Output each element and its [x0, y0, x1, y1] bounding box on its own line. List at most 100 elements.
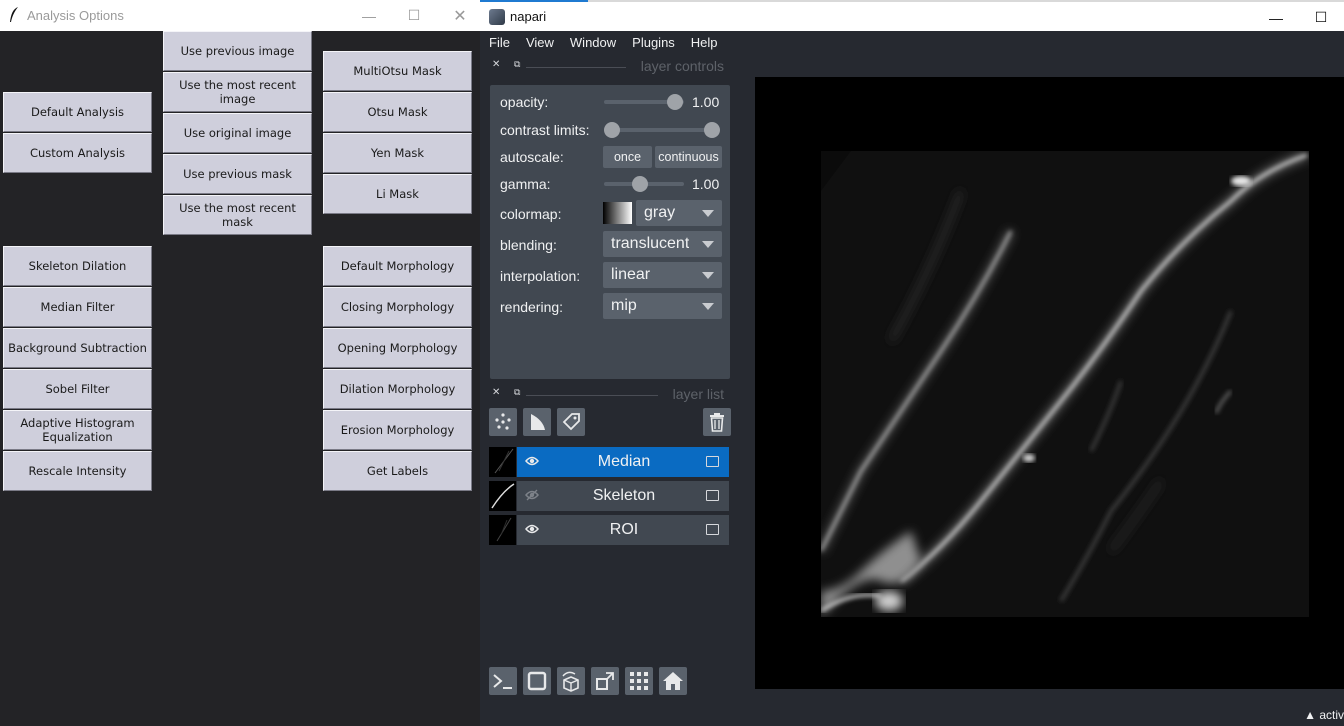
gamma-row: gamma: 1.00 — [490, 170, 730, 198]
activity-indicator[interactable]: ▲ activ — [1304, 708, 1344, 722]
use-most-recent-image-button[interactable]: Use the most recent image — [163, 72, 312, 112]
closing-morphology-button[interactable]: Closing Morphology — [323, 287, 472, 327]
default-analysis-button[interactable]: Default Analysis — [3, 92, 152, 132]
contrast-limits-slider[interactable] — [608, 128, 716, 132]
visibility-eye-off-icon[interactable] — [525, 489, 539, 501]
autoscale-once-button[interactable]: once — [603, 146, 652, 168]
menu-window[interactable]: Window — [561, 31, 623, 55]
rescale-intensity-button[interactable]: Rescale Intensity — [3, 451, 152, 491]
interpolation-value: linear — [611, 266, 651, 283]
new-points-layer-button[interactable] — [489, 408, 517, 436]
transpose-dimensions-button[interactable] — [591, 667, 619, 695]
blending-label: blending: — [500, 237, 557, 253]
toggle-ndisplay-button[interactable] — [523, 667, 551, 695]
layer-row-median[interactable]: Median — [489, 447, 729, 477]
rendering-dropdown[interactable]: mip — [603, 293, 722, 319]
layer-name: Skeleton — [592, 487, 656, 504]
layer-controls-dock-header: ✕ ⧉ layer controls — [488, 58, 728, 76]
sobel-filter-button[interactable]: Sobel Filter — [3, 369, 152, 409]
default-morphology-button[interactable]: Default Morphology — [323, 246, 472, 286]
reset-view-button[interactable] — [659, 667, 687, 695]
cube-rotate-icon — [562, 671, 579, 692]
dock-close-icon[interactable]: ✕ — [492, 387, 500, 398]
window-title: Analysis Options — [27, 8, 124, 23]
dock-float-icon[interactable]: ⧉ — [514, 59, 520, 70]
dock-header-rule — [526, 395, 658, 396]
yen-mask-button[interactable]: Yen Mask — [323, 133, 472, 173]
opacity-value: 1.00 — [692, 94, 720, 110]
minimize-button[interactable]: — — [346, 0, 392, 31]
use-previous-image-button[interactable]: Use previous image — [163, 31, 312, 71]
chevron-down-icon — [702, 210, 714, 217]
roll-dimensions-button[interactable] — [557, 667, 585, 695]
layer-thumbnail — [489, 481, 517, 511]
skeleton-dilation-button[interactable]: Skeleton Dilation — [3, 246, 152, 286]
get-labels-button[interactable]: Get Labels — [323, 451, 472, 491]
new-shapes-layer-button[interactable] — [523, 408, 551, 436]
li-mask-button[interactable]: Li Mask — [323, 174, 472, 214]
visibility-eye-icon[interactable] — [525, 523, 539, 535]
new-labels-layer-button[interactable] — [557, 408, 585, 436]
opacity-slider-handle[interactable] — [667, 94, 683, 110]
gamma-slider-handle[interactable] — [632, 176, 648, 192]
napari-maximize-button[interactable]: ☐ — [1298, 2, 1344, 33]
colormap-preview — [603, 202, 632, 224]
microscopy-image — [817, 151, 1309, 617]
delete-layer-button[interactable] — [703, 408, 731, 436]
contrast-limits-label: contrast limits: — [500, 122, 590, 138]
napari-window-title: napari — [510, 9, 547, 24]
layer-row-skeleton[interactable]: Skeleton — [489, 481, 729, 511]
dilation-morphology-button[interactable]: Dilation Morphology — [323, 369, 472, 409]
layer-thumbnail — [489, 515, 517, 545]
blending-value: translucent — [611, 235, 689, 252]
labels-tag-icon — [562, 413, 580, 431]
otsu-mask-button[interactable]: Otsu Mask — [323, 92, 472, 132]
menu-help[interactable]: Help — [682, 31, 725, 55]
layer-row-roi[interactable]: ROI — [489, 515, 729, 545]
adaptive-histogram-equalization-button[interactable]: Adaptive Histogram Equalization — [3, 410, 152, 450]
rendering-value: mip — [611, 297, 637, 314]
contrast-max-handle[interactable] — [704, 122, 720, 138]
image-display — [817, 151, 1309, 617]
viewer-canvas[interactable] — [755, 77, 1344, 689]
square-icon — [527, 671, 547, 691]
toggle-grid-button[interactable] — [625, 667, 653, 695]
blending-row: blending: translucent — [490, 230, 730, 258]
opacity-row: opacity: 1.00 — [490, 88, 730, 116]
layer-controls-panel: opacity: 1.00 contrast limits: autoscale… — [490, 85, 730, 379]
erosion-morphology-button[interactable]: Erosion Morphology — [323, 410, 472, 450]
colormap-row: colormap: gray — [490, 199, 730, 227]
custom-analysis-button[interactable]: Custom Analysis — [3, 133, 152, 173]
dock-close-icon[interactable]: ✕ — [492, 59, 500, 70]
chevron-down-icon — [702, 241, 714, 248]
menu-view[interactable]: View — [517, 31, 561, 55]
median-filter-button[interactable]: Median Filter — [3, 287, 152, 327]
close-button[interactable]: ✕ — [437, 0, 483, 31]
napari-app-icon — [489, 9, 505, 25]
background-subtraction-button[interactable]: Background Subtraction — [3, 328, 152, 368]
colormap-dropdown[interactable]: gray — [636, 200, 722, 226]
layer-controls-title: layer controls — [640, 58, 724, 74]
menu-plugins[interactable]: Plugins — [623, 31, 682, 55]
autoscale-continuous-button[interactable]: continuous — [655, 146, 722, 168]
use-most-recent-mask-button[interactable]: Use the most recent mask — [163, 195, 312, 235]
image-layer-icon — [706, 490, 719, 501]
contrast-min-handle[interactable] — [604, 122, 620, 138]
opening-morphology-button[interactable]: Opening Morphology — [323, 328, 472, 368]
activity-label: activ — [1319, 708, 1344, 722]
interpolation-dropdown[interactable]: linear — [603, 262, 722, 288]
menu-file[interactable]: File — [480, 31, 517, 55]
points-icon — [495, 413, 511, 430]
layer-list-dock-header: ✕ ⧉ layer list — [488, 386, 728, 404]
chevron-down-icon — [702, 272, 714, 279]
transpose-icon — [596, 672, 614, 690]
napari-minimize-button[interactable]: — — [1253, 2, 1299, 33]
multiotsu-mask-button[interactable]: MultiOtsu Mask — [323, 51, 472, 91]
dock-float-icon[interactable]: ⧉ — [514, 387, 520, 398]
console-button[interactable] — [489, 667, 517, 695]
visibility-eye-icon[interactable] — [525, 455, 539, 467]
maximize-button[interactable]: ☐ — [391, 0, 437, 31]
use-original-image-button[interactable]: Use original image — [163, 113, 312, 153]
blending-dropdown[interactable]: translucent — [603, 231, 722, 257]
use-previous-mask-button[interactable]: Use previous mask — [163, 154, 312, 194]
